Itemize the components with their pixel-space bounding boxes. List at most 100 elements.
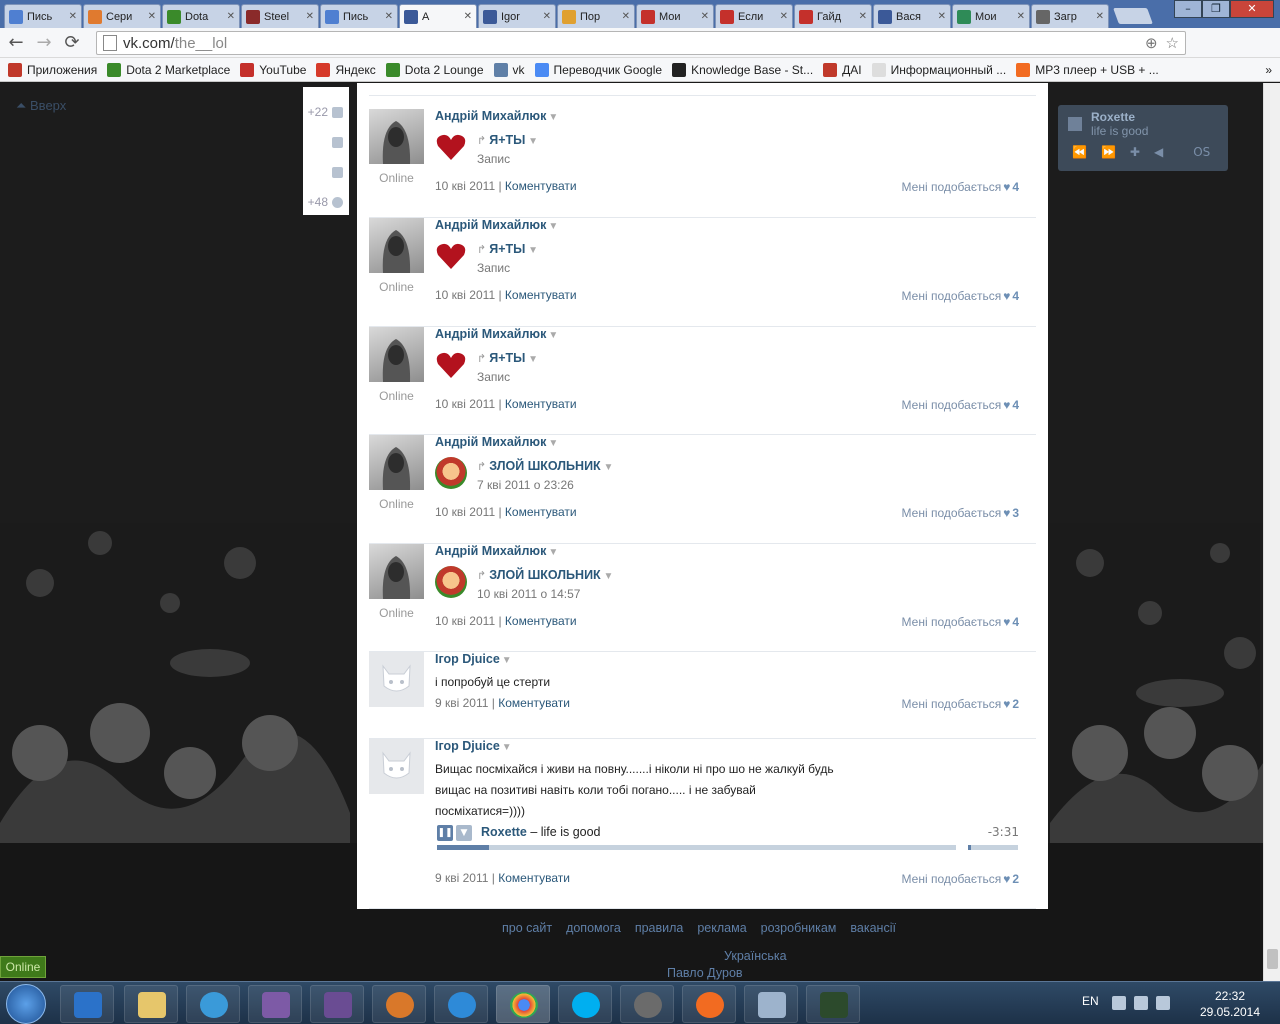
avatar[interactable] — [369, 435, 424, 490]
audio-volume-bar[interactable] — [968, 845, 1018, 850]
audio-dropdown-button[interactable]: ▼ — [456, 825, 472, 841]
fast-forward-icon[interactable]: ⏩ — [1101, 145, 1116, 159]
scrollbar-thumb[interactable] — [1267, 949, 1278, 969]
pause-icon[interactable] — [1068, 117, 1082, 131]
post-date[interactable]: 10 кві 2011 — [435, 505, 495, 519]
browser-tab[interactable]: Вася ✕ — [873, 4, 951, 28]
repost-source-link[interactable]: ↱ ЗЛОЙ ШКОЛЬНИК ▼ — [477, 459, 613, 473]
settings-side-item[interactable]: +48 — [303, 187, 349, 217]
post-author-link[interactable]: Андрій Михайлюк ▼ — [435, 435, 558, 449]
comment-link[interactable]: Коментувати — [505, 614, 577, 628]
language-link[interactable]: Українська — [724, 949, 787, 963]
repost-source-link[interactable]: ↱ ЗЛОЙ ШКОЛЬНИК ▼ — [477, 568, 613, 582]
browser-tab[interactable]: Загр ✕ — [1031, 4, 1109, 28]
bookmark-item[interactable]: Приложения — [8, 62, 97, 77]
repost-source-link[interactable]: ↱ Я+ТЫ ▼ — [477, 351, 538, 365]
bookmark-item[interactable]: Dota 2 Lounge — [385, 62, 484, 77]
dropdown-caret-icon[interactable]: ▼ — [548, 547, 558, 558]
dropdown-caret-icon[interactable]: ▼ — [525, 245, 538, 256]
taskbar-bolt-app[interactable] — [372, 985, 426, 1023]
dropdown-caret-icon[interactable]: ▼ — [525, 354, 538, 365]
like-button[interactable]: Мені подобається ♥ 4 — [902, 180, 1019, 194]
taskbar-internet-explorer[interactable] — [434, 985, 488, 1023]
vertical-scrollbar[interactable] — [1263, 83, 1280, 981]
browser-tab[interactable]: Пись ✕ — [4, 4, 82, 28]
avatar[interactable] — [369, 327, 424, 382]
repost-source-link[interactable]: ↱ Я+ТЫ ▼ — [477, 133, 538, 147]
minimize-button[interactable]: – — [1174, 0, 1202, 18]
browser-tab[interactable]: Steel ✕ — [241, 4, 319, 28]
tab-close-icon[interactable]: ✕ — [385, 11, 393, 22]
taskbar-visual-studio[interactable] — [248, 985, 302, 1023]
bookmarks-overflow-button[interactable]: » — [1265, 63, 1272, 77]
browser-tab[interactable]: Igor ✕ — [478, 4, 556, 28]
dropdown-caret-icon[interactable]: ▼ — [525, 136, 538, 147]
bookmark-item[interactable]: Dota 2 Marketplace — [107, 62, 230, 77]
browser-tab[interactable]: Dota ✕ — [162, 4, 240, 28]
mini-player-extra[interactable]: OS — [1193, 145, 1210, 159]
comment-link[interactable]: Коментувати — [505, 179, 577, 193]
dropdown-caret-icon[interactable]: ▼ — [502, 655, 512, 666]
browser-tab[interactable]: Пись ✕ — [320, 4, 398, 28]
taskbar-calculator[interactable] — [744, 985, 798, 1023]
footer-link[interactable]: реклама — [697, 921, 746, 935]
tab-close-icon[interactable]: ✕ — [306, 11, 314, 22]
dropdown-caret-icon[interactable]: ▼ — [548, 221, 558, 232]
dropdown-caret-icon[interactable]: ▼ — [548, 438, 558, 449]
like-button[interactable]: Мені подобається ♥ 4 — [902, 615, 1019, 629]
group-avatar[interactable] — [435, 566, 467, 598]
dropdown-caret-icon[interactable]: ▼ — [601, 571, 613, 582]
footer-link[interactable]: вакансії — [850, 921, 896, 935]
tab-close-icon[interactable]: ✕ — [69, 11, 77, 22]
zoom-icon[interactable]: ⊕ — [1145, 34, 1158, 52]
browser-tab[interactable]: Если ✕ — [715, 4, 793, 28]
pause-button[interactable]: ❚❚ — [437, 825, 453, 841]
bookmark-item[interactable]: ДАІ — [823, 62, 862, 77]
taskbar-monitor[interactable] — [806, 985, 860, 1023]
audio-progress-bar[interactable] — [437, 845, 956, 850]
post-author-link[interactable]: Андрій Михайлюк ▼ — [435, 218, 558, 232]
taskbar-app[interactable] — [186, 985, 240, 1023]
browser-tab[interactable]: Мои ✕ — [636, 4, 714, 28]
tab-close-icon[interactable]: ✕ — [1096, 11, 1104, 22]
repost-source-link[interactable]: ↱ Я+ТЫ ▼ — [477, 242, 538, 256]
like-button[interactable]: Мені подобається ♥ 4 — [902, 289, 1019, 303]
bookmark-item[interactable]: Knowledge Base - St... — [672, 62, 813, 77]
start-button[interactable] — [6, 984, 46, 1024]
close-window-button[interactable]: ✕ — [1230, 0, 1274, 18]
heart-avatar-icon[interactable] — [435, 349, 467, 381]
post-date[interactable]: 9 кві 2011 — [435, 871, 488, 885]
bookmark-item[interactable]: Информационный ... — [871, 62, 1006, 77]
keyboard-language[interactable]: EN — [1082, 994, 1099, 1008]
footer-author[interactable]: Павло Дуров — [667, 966, 743, 980]
tab-close-icon[interactable]: ✕ — [780, 11, 788, 22]
post-date[interactable]: 10 кві 2011 — [435, 179, 495, 193]
comment-link[interactable]: Коментувати — [505, 505, 577, 519]
taskbar-steam[interactable] — [620, 985, 674, 1023]
avatar[interactable] — [369, 218, 424, 273]
bookmark-star-icon[interactable]: ☆ — [1166, 34, 1179, 52]
post-author-link[interactable]: Ігор Djuice ▼ — [435, 739, 512, 753]
maximize-button[interactable]: ❐ — [1202, 0, 1230, 18]
like-button[interactable]: Мені подобається ♥ 3 — [902, 506, 1019, 520]
like-button[interactable]: Мені подобається ♥ 4 — [902, 398, 1019, 412]
broadcast-icon[interactable]: ◀ — [1154, 145, 1163, 159]
tab-close-icon[interactable]: ✕ — [701, 11, 709, 22]
dropdown-caret-icon[interactable]: ▼ — [548, 330, 558, 341]
avatar[interactable] — [369, 544, 424, 599]
browser-tab[interactable]: Сери ✕ — [83, 4, 161, 28]
post-date[interactable]: 10 кві 2011 — [435, 397, 495, 411]
footer-link[interactable]: допомога — [566, 921, 621, 935]
audio-title[interactable]: Roxette – life is good — [481, 825, 601, 839]
post-author-link[interactable]: Андрій Михайлюк ▼ — [435, 327, 558, 341]
taskbar-visual-studio-2[interactable] — [310, 985, 364, 1023]
browser-tab[interactable]: Пор ✕ — [557, 4, 635, 28]
messages-side-item[interactable] — [303, 127, 349, 157]
browser-tab[interactable]: Мои ✕ — [952, 4, 1030, 28]
back-button[interactable]: ← — [4, 32, 28, 53]
system-clock[interactable]: 22:32 29.05.2014 — [1190, 988, 1270, 1020]
heart-avatar-icon[interactable] — [435, 240, 467, 272]
dropdown-caret-icon[interactable]: ▼ — [502, 742, 512, 753]
like-button[interactable]: Мені подобається ♥ 2 — [902, 697, 1019, 711]
bookmark-item[interactable]: YouTube — [240, 62, 306, 77]
